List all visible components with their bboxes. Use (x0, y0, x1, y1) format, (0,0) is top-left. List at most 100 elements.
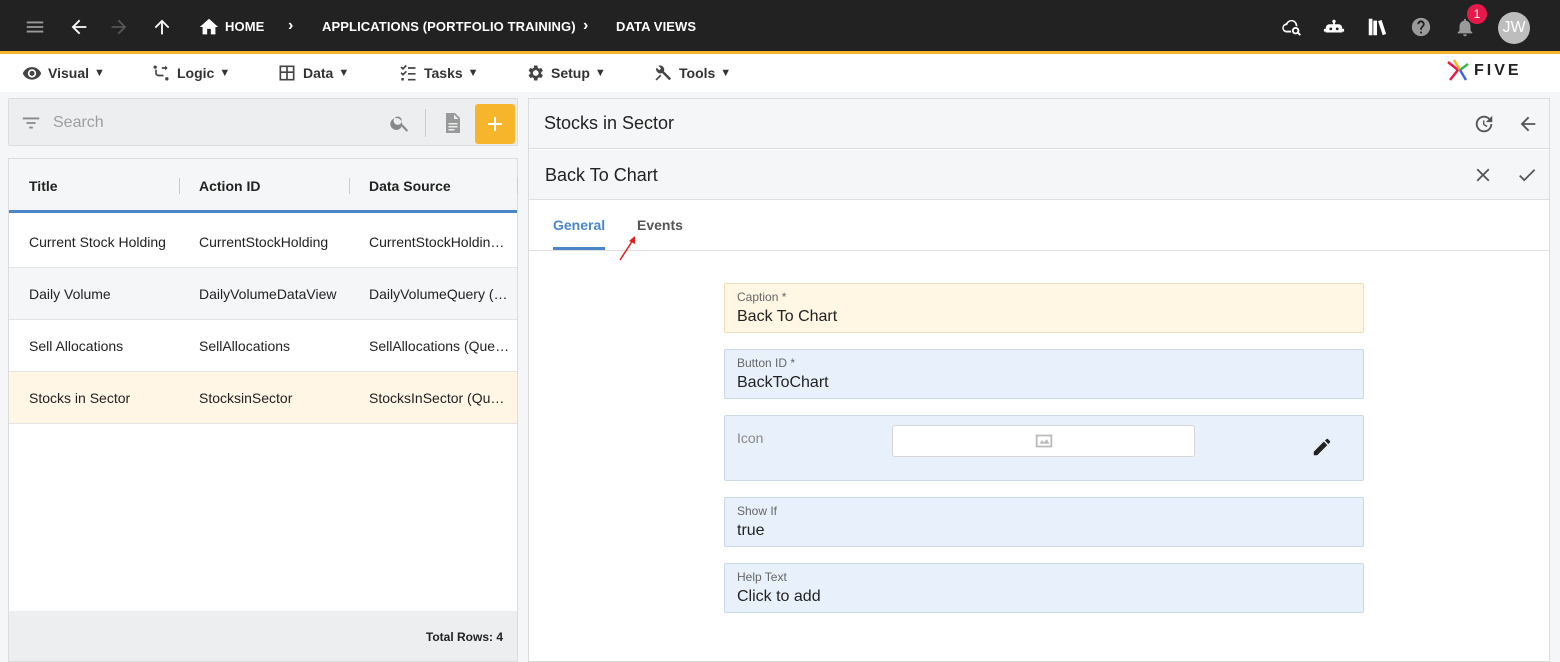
up-arrow-icon[interactable] (149, 14, 175, 40)
filter-icon[interactable] (19, 111, 43, 135)
cell-title: Daily Volume (29, 286, 111, 302)
search-icon[interactable] (388, 111, 412, 135)
menu-tasks-label: Tasks (424, 65, 463, 81)
tab-general[interactable]: General (553, 217, 605, 233)
forward-arrow-icon[interactable] (106, 14, 132, 40)
icon-field: Icon (724, 415, 1364, 481)
table-row[interactable]: Current Stock Holding CurrentStockHoldin… (9, 216, 517, 268)
button-id-label: Button ID * (737, 356, 796, 370)
cell-data-source: DailyVolumeQuery (Query) (369, 286, 511, 302)
hamburger-menu-icon[interactable] (22, 14, 48, 40)
column-resize-handle[interactable] (517, 178, 518, 194)
menu-tasks[interactable]: Tasks ▼ (398, 63, 479, 83)
active-tab-indicator (553, 247, 605, 250)
column-header-title[interactable]: Title (29, 178, 58, 194)
menu-tools-label: Tools (679, 65, 716, 81)
menu-data[interactable]: Data ▼ (277, 63, 349, 83)
search-input[interactable] (53, 111, 383, 135)
menu-setup-label: Setup (551, 65, 590, 81)
cell-data-source: CurrentStockHolding (Query) (369, 234, 511, 250)
search-bar (8, 98, 518, 146)
cell-title: Current Stock Holding (29, 234, 166, 250)
list-panel: Title Action ID Data Source Current Stoc… (8, 98, 518, 662)
back-arrow-icon[interactable] (1514, 110, 1542, 138)
edit-pencil-icon[interactable] (1311, 436, 1335, 460)
history-icon[interactable] (1470, 110, 1498, 138)
help-text-field[interactable]: Help Text Click to add (724, 563, 1364, 613)
table-row-selected[interactable]: Stocks in Sector StocksinSector StocksIn… (9, 372, 517, 424)
breadcrumb-applications[interactable]: APPLICATIONS (PORTFOLIO TRAINING) (322, 19, 576, 34)
help-text-value[interactable]: Click to add (737, 588, 821, 606)
show-if-label: Show If (737, 504, 778, 518)
image-placeholder-icon (1035, 434, 1052, 448)
help-icon[interactable] (1408, 14, 1434, 40)
form-tabs: General Events (529, 201, 1549, 251)
menu-logic-label: Logic (177, 65, 215, 81)
button-id-field[interactable]: Button ID * BackToChart (724, 349, 1364, 399)
five-logo-mark-icon (1447, 59, 1469, 81)
cell-action-id: CurrentStockHolding (199, 234, 329, 250)
column-resize-handle[interactable] (349, 178, 350, 194)
caret-down-icon: ▼ (219, 67, 231, 79)
five-logo: FIVE (1446, 58, 1522, 84)
menu-visual-label: Visual (48, 65, 89, 81)
icon-label: Icon (737, 430, 764, 446)
caret-down-icon: ▼ (338, 67, 350, 79)
save-check-icon[interactable] (1513, 161, 1541, 189)
column-header-action-id[interactable]: Action ID (199, 178, 260, 194)
detail-panel: Stocks in Sector Back To Chart General E… (528, 98, 1550, 662)
table-icon (279, 65, 295, 81)
robot-icon[interactable] (1321, 14, 1347, 40)
caret-down-icon: ▼ (94, 67, 105, 79)
menu-visual[interactable]: Visual ▼ (22, 63, 105, 83)
form-title: Back To Chart (545, 165, 658, 185)
form-header: Back To Chart (529, 150, 1549, 200)
menu-bar: Visual ▼ Logic ▼ Data ▼ Tasks ▼ Setup ▼ … (0, 54, 1560, 92)
eye-icon (22, 67, 42, 80)
menu-setup[interactable]: Setup ▼ (525, 63, 606, 83)
caption-value[interactable]: Back To Chart (737, 308, 837, 326)
show-if-field[interactable]: Show If true (724, 497, 1364, 547)
caret-down-icon: ▼ (467, 67, 479, 79)
breadcrumb-separator: › (583, 17, 589, 34)
menu-logic[interactable]: Logic ▼ (151, 63, 230, 83)
caret-down-icon: ▼ (720, 67, 732, 79)
gear-icon (528, 65, 543, 81)
help-text-label: Help Text (737, 570, 787, 584)
back-arrow-icon[interactable] (66, 14, 92, 40)
plus-icon (488, 117, 502, 131)
user-avatar[interactable]: JW (1498, 12, 1530, 44)
cell-title: Stocks in Sector (29, 390, 131, 406)
add-button[interactable] (475, 104, 515, 144)
cell-title: Sell Allocations (29, 338, 124, 354)
library-icon[interactable] (1364, 14, 1390, 40)
five-logo-text: FIVE (1474, 62, 1522, 79)
cell-action-id: SellAllocations (199, 338, 291, 354)
cloud-search-icon[interactable] (1278, 14, 1304, 40)
detail-header: Stocks in Sector (529, 99, 1549, 149)
breadcrumb-data-views[interactable]: DATA VIEWS (616, 19, 696, 34)
icon-preview[interactable] (892, 425, 1195, 457)
detail-title: Stocks in Sector (544, 113, 675, 133)
button-id-value[interactable]: BackToChart (737, 374, 829, 392)
breadcrumb-home[interactable]: HOME (225, 19, 264, 34)
table-row[interactable]: Sell Allocations SellAllocations SellAll… (9, 320, 517, 372)
toolbar-divider (425, 109, 426, 137)
total-rows: Total Rows: 4 (425, 630, 503, 644)
show-if-value[interactable]: true (737, 522, 765, 540)
menu-data-label: Data (303, 65, 334, 81)
caret-down-icon: ▼ (594, 67, 606, 79)
document-icon[interactable] (440, 109, 464, 137)
home-icon[interactable] (196, 14, 222, 40)
checklist-icon (400, 64, 416, 81)
menu-tools[interactable]: Tools ▼ (653, 63, 731, 83)
caption-field[interactable]: Caption * Back To Chart (724, 283, 1364, 333)
tab-events[interactable]: Events (637, 217, 683, 233)
breadcrumb-separator: › (288, 17, 294, 34)
close-icon[interactable] (1469, 161, 1497, 189)
column-header-data-source[interactable]: Data Source (369, 178, 451, 194)
data-views-table: Title Action ID Data Source Current Stoc… (8, 158, 518, 662)
table-footer: Total Rows: 4 (9, 611, 517, 661)
column-resize-handle[interactable] (179, 178, 180, 194)
table-row[interactable]: Daily Volume DailyVolumeDataView DailyVo… (9, 268, 517, 320)
